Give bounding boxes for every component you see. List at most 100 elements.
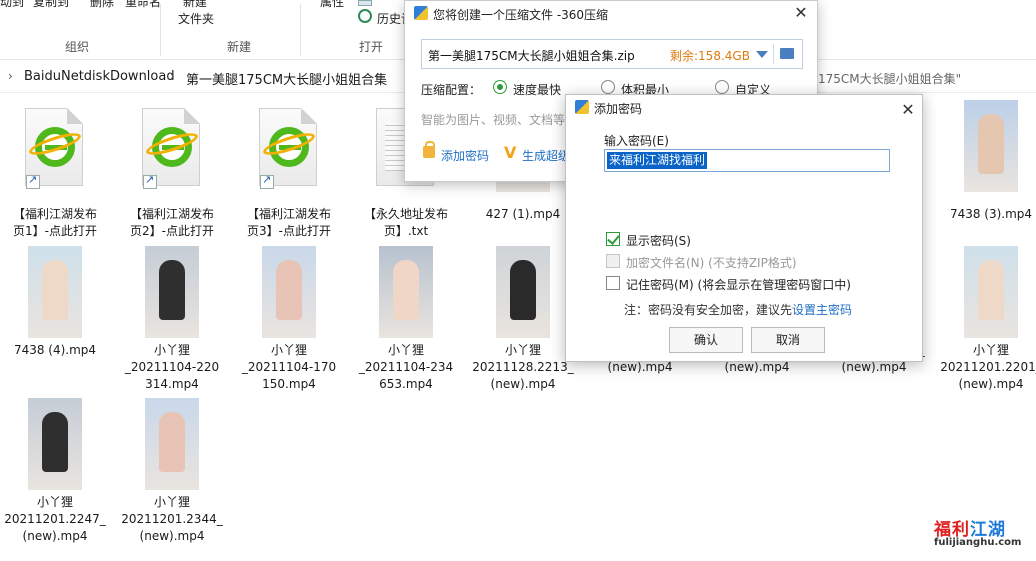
file-name-line: 20211201.2344_ [121, 512, 223, 526]
file-name-line: 页1】-点此打开 [13, 224, 97, 238]
cancel-button[interactable]: 取消 [751, 327, 825, 353]
set-master-password-link[interactable]: 设置主密码 [792, 303, 852, 317]
file-tile[interactable]: 【福利江湖发布页3】-点此打开 [234, 108, 344, 258]
generate-link[interactable]: 生成超级 [522, 147, 570, 164]
remember-password-label[interactable]: 记住密码(M) (将会显示在管理密码窗口中) [626, 276, 851, 293]
video-thumbnail [145, 398, 199, 490]
video-thumbnail [28, 398, 82, 490]
site-watermark: 福利江湖 fulijianghu.com [934, 515, 1030, 555]
file-name-line: 小丫狸 [972, 343, 1009, 357]
show-password-checkbox[interactable] [606, 232, 620, 246]
ribbon-new-folder-label[interactable]: 文件夹 [178, 10, 214, 27]
file-tile[interactable]: 7438 (3).mp4 [936, 100, 1036, 258]
file-name-line: 【福利江湖发布 [246, 207, 331, 221]
file-name-line: (new).mp4 [490, 377, 556, 391]
group-label-open: 打开 [359, 40, 384, 54]
file-name-line: 150.mp4 [262, 377, 316, 391]
video-thumbnail [145, 246, 199, 338]
file-name-line: 314.mp4 [145, 377, 199, 391]
zip-app-icon [414, 6, 428, 20]
file-name-line: _20211104-234 [358, 360, 454, 374]
file-name-line: 小丫狸 [504, 343, 541, 357]
breadcrumb-segment[interactable]: 第一美腿175CM大长腿小姐姐合集 [186, 69, 387, 88]
file-tile[interactable]: 7438 (4).mp4 [0, 246, 110, 396]
chevron-right-icon: › [170, 69, 175, 83]
ok-button[interactable]: 确认 [669, 327, 743, 353]
chevron-right-icon: › [8, 69, 13, 83]
ribbon-delete[interactable]: 删除 [90, 0, 114, 10]
file-tile[interactable]: 小丫狸 _20211104-220 314.mp4 [117, 246, 227, 396]
file-name-line: (new).mp4 [139, 529, 205, 543]
free-space-label: 剩余:158.4GB [670, 49, 750, 63]
group-label-organize: 组织 [65, 40, 90, 54]
folder-icon[interactable] [780, 48, 794, 59]
compress-hint: 智能为图片、视频、文档等 [421, 113, 566, 127]
radio-label-fastest[interactable]: 速度最快 [513, 81, 561, 98]
file-name-line: 427 (1).mp4 [485, 207, 561, 221]
video-thumbnail [28, 246, 82, 338]
encrypt-filenames-checkbox[interactable] [606, 254, 620, 268]
file-name-line: 小丫狸 [387, 343, 424, 357]
add-password-link[interactable]: 添加密码 [441, 147, 489, 164]
dialog-titlebar[interactable]: 您将创建一个压缩文件 -360压缩 ✕ [405, 1, 817, 25]
breadcrumb-segment[interactable]: BaiduNetdiskDownload [24, 69, 175, 84]
password-input[interactable]: 来福利江湖找福利 [604, 149, 890, 172]
history-icon [358, 9, 372, 23]
zip-app-icon [575, 100, 589, 114]
close-icon[interactable]: ✕ [898, 100, 918, 120]
radio-fastest[interactable] [493, 80, 507, 94]
file-name-line: 页】.txt [383, 224, 429, 238]
ie-shortcut-icon [259, 108, 317, 189]
compress-config-label: 压缩配置： [421, 83, 482, 97]
ribbon-copy-to[interactable]: 复制到 [33, 0, 69, 10]
ie-shortcut-icon [25, 108, 83, 189]
ie-shortcut-icon [142, 108, 200, 189]
field-divider [773, 44, 774, 64]
encrypt-filenames-label[interactable]: 加密文件名(N) (不支持ZIP格式) [626, 254, 797, 271]
ribbon-new-folder[interactable]: 新建 [183, 0, 207, 10]
ribbon-rename[interactable]: 重命名 [125, 0, 161, 10]
group-label-new: 新建 [227, 40, 252, 54]
file-tile[interactable]: 小丫狸 20211201.2201_ (new).mp4 [936, 246, 1036, 396]
remember-password-checkbox[interactable] [606, 276, 620, 290]
file-name-line: 小丫狸 [270, 343, 307, 357]
video-thumbnail [262, 246, 316, 338]
file-name-line: 7438 (4).mp4 [13, 343, 97, 357]
file-tile[interactable]: 【福利江湖发布页1】-点此打开 [0, 108, 110, 258]
show-password-label[interactable]: 显示密码(S) [626, 232, 691, 249]
video-thumbnail [379, 246, 433, 338]
password-value[interactable]: 来福利江湖找福利 [607, 152, 708, 169]
file-tile[interactable]: 小丫狸 20211201.2344_ (new).mp4 [117, 398, 227, 548]
file-name-line: 20211201.2247_ [4, 512, 106, 526]
dialog-title: 您将创建一个压缩文件 -360压缩 [433, 8, 609, 22]
file-name-line: 小丫狸 [153, 343, 190, 357]
add-password-dialog: 添加密码 ✕ 输入密码(E) 来福利江湖找福利 显示密码(S) 加密文件名(N)… [565, 94, 923, 362]
video-thumbnail [964, 246, 1018, 338]
v-badge-icon: V [504, 143, 517, 162]
file-tile[interactable]: 小丫狸 _20211104-234 653.mp4 [351, 246, 461, 396]
ribbon-properties[interactable]: 属性 [320, 0, 344, 10]
zip-filename[interactable]: 第一美腿175CM大长腿小姐姐合集.zip [428, 47, 635, 64]
file-tile[interactable]: 小丫狸 20211201.2247_ (new).mp4 [0, 398, 110, 548]
file-tile[interactable]: 小丫狸 _20211104-170 150.mp4 [234, 246, 344, 396]
file-explorer-window: 动到 复制到 删除 重命名 新建 文件夹 属性 历史记 组织 新建 打开 › B… [0, 0, 1036, 561]
ribbon-separator [160, 4, 161, 56]
search-box[interactable]: 175CM大长腿小姐姐合集" [818, 70, 961, 87]
radio-smallest[interactable] [601, 80, 615, 94]
file-tile[interactable]: 【福利江湖发布页2】-点此打开 [117, 108, 227, 258]
file-name-line: 20211201.2201_ [940, 360, 1036, 374]
close-icon[interactable]: ✕ [791, 3, 811, 23]
video-thumbnail [964, 100, 1018, 192]
file-name-line: (new).mp4 [22, 529, 88, 543]
radio-custom[interactable] [715, 80, 729, 94]
lock-icon [423, 141, 435, 158]
file-tile[interactable]: 小丫狸 20211128.2213_ (new).mp4 [468, 246, 578, 396]
zip-filename-field[interactable]: 第一美腿175CM大长腿小姐姐合集.zip 剩余:158.4GB [421, 39, 803, 69]
ribbon-move-to[interactable]: 动到 [0, 0, 24, 10]
file-name-line: 20211128.2213_ [472, 360, 574, 374]
file-name-line: 【永久地址发布 [363, 207, 448, 221]
file-name-line: 7438 (3).mp4 [949, 207, 1033, 221]
dialog-title: 添加密码 [594, 102, 643, 116]
dialog-titlebar[interactable]: 添加密码 ✕ [566, 95, 922, 119]
dropdown-arrow-icon[interactable] [756, 51, 768, 58]
